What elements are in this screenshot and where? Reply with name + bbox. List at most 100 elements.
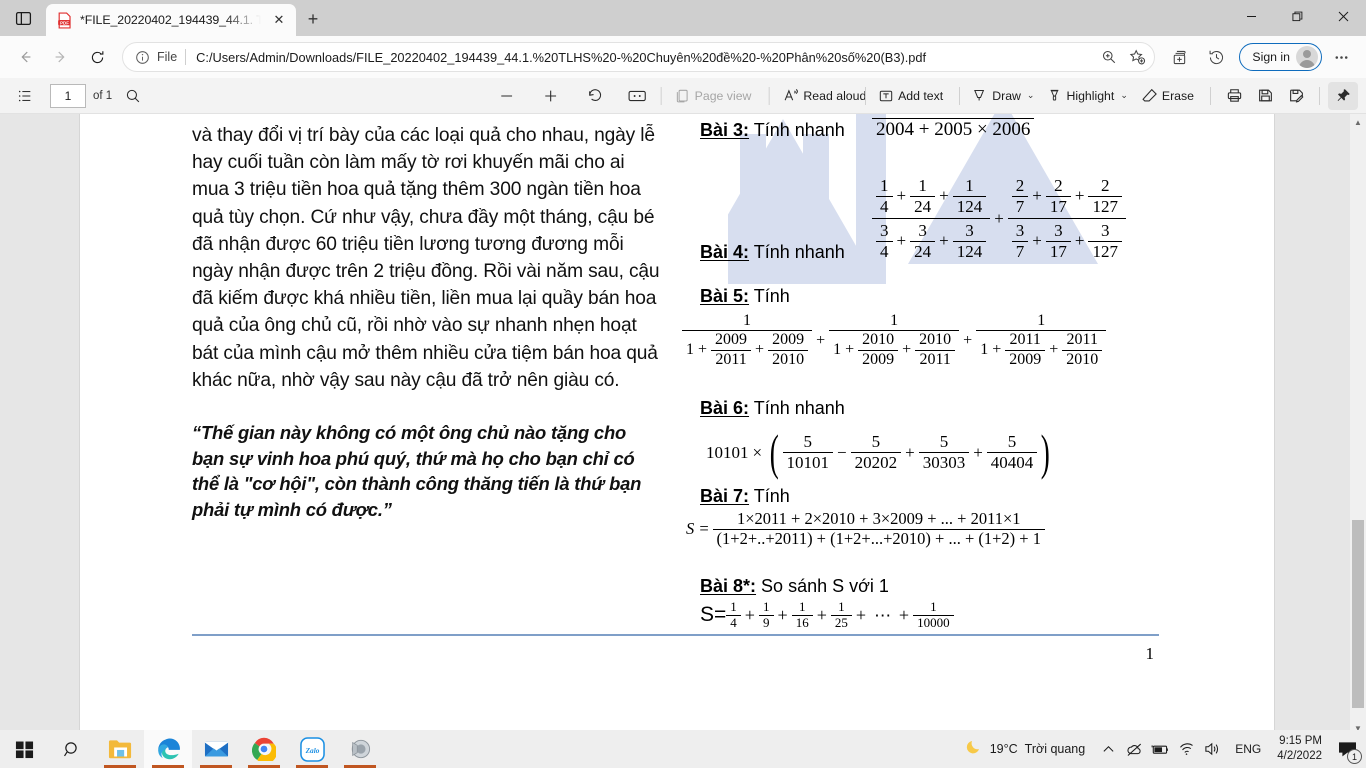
scroll-up-arrow-icon[interactable]: ▲ (1350, 114, 1366, 130)
pin-icon[interactable] (1328, 81, 1358, 110)
sign-in-button[interactable]: Sign in (1239, 43, 1322, 71)
onedrive-offline-icon[interactable] (1121, 730, 1147, 768)
problem-3-expression: 2005 × 2007 − 1 2004 + 2005 × 2006 (872, 114, 1035, 141)
chrome-button[interactable] (240, 730, 288, 768)
volume-icon[interactable] (1199, 730, 1227, 768)
highlight-button[interactable]: Highlight ⌄ (1043, 82, 1135, 110)
pdf-viewer[interactable]: và thay đổi vị trí bày của các loại quả … (0, 114, 1366, 736)
problem-3-denominator: 2004 + 2005 × 2006 (872, 117, 1035, 141)
zoom-in-button[interactable] (536, 82, 566, 110)
wifi-icon[interactable] (1173, 730, 1199, 768)
battery-icon[interactable] (1147, 730, 1173, 768)
table-of-contents-icon[interactable] (10, 82, 40, 110)
problem-bai-8: Bài 8*: So sánh S với 1 S= 14 + 19 + 1 16… (700, 574, 1200, 640)
zalo-button[interactable]: Zalo (288, 730, 336, 768)
highlight-icon (1047, 87, 1062, 104)
document-right-column: Bài 3: Tính nhanh 2005 × 2007 − 1 2004 +… (682, 114, 1200, 640)
problem-7-head: Bài 7: Tính (700, 484, 790, 508)
pdf-annotation-tools: Add text Draw ⌄ Highlight ⌄ Erase (858, 81, 1358, 110)
problem-bai-4: Bài 4: Tính nhanh 1 4 +1 24 +1 124 3 4 +3 24 +3 12… (700, 170, 1200, 278)
page-footer-rule (192, 634, 1159, 636)
close-tab-icon[interactable]: ✕ (268, 9, 290, 31)
svg-text:Zalo: Zalo (304, 745, 319, 754)
new-tab-button[interactable]: + (296, 4, 330, 34)
zoom-out-button[interactable] (492, 82, 522, 110)
highlight-chevron-down-icon[interactable]: ⌄ (1120, 90, 1128, 101)
page-footer-number: 1 (1145, 644, 1155, 663)
windows-taskbar: Zalo 19°C Trời quang ENG 9:15 PM 4/2/202… (0, 730, 1366, 768)
draw-button[interactable]: Draw ⌄ (968, 82, 1042, 110)
toolbar-divider-2 (768, 86, 770, 105)
site-info-icon[interactable] (133, 50, 151, 65)
zoom-in-icon[interactable] (1096, 44, 1122, 70)
clock[interactable]: 9:15 PM 4/2/2022 (1269, 734, 1330, 764)
add-text-button[interactable]: Add text (874, 82, 951, 110)
address-bar[interactable]: File C:/Users/Admin/Downloads/FILE_20220… (122, 42, 1156, 72)
mail-button[interactable] (192, 730, 240, 768)
add-favorite-icon[interactable] (1124, 44, 1150, 70)
svg-text:PDF: PDF (60, 20, 69, 25)
weather-temperature: 19°C (989, 742, 1018, 756)
problem-4-label: Bài 4: (700, 242, 750, 262)
draw-label: Draw (992, 88, 1021, 103)
forward-button[interactable] (44, 41, 78, 73)
page-view-button[interactable]: Page view (671, 82, 760, 110)
start-button[interactable] (0, 730, 48, 768)
problem-6-coefficient: 10101 (706, 442, 749, 462)
page-number-input[interactable]: 1 (50, 83, 86, 108)
problem-bai-7: Bài 7: Tính S = 1×2011 + 2×2010 + 3×2009… (686, 484, 1200, 570)
problem-5-head: Bài 5: Tính (700, 284, 790, 308)
erase-button[interactable]: Erase (1137, 82, 1202, 110)
problem-3-label: Bài 3: (700, 120, 750, 140)
system-tray: 19°C Trời quang ENG 9:15 PM 4/2/2022 1 (962, 730, 1366, 768)
back-button[interactable] (8, 41, 42, 73)
search-button[interactable] (48, 730, 96, 768)
problem-8-ellipsis: ⋯ (874, 605, 891, 625)
problem-8-head: Bài 8*: So sánh S với 1 (700, 574, 889, 598)
show-hidden-icons-button[interactable] (1095, 730, 1121, 768)
url-scheme-label: File (157, 50, 178, 64)
clock-time: 9:15 PM (1279, 735, 1322, 747)
document-left-column: và thay đổi vị trí bày của các loại quả … (192, 122, 662, 522)
notifications-button[interactable]: 1 (1330, 730, 1366, 768)
problem-bai-5: Bài 5: Tính 1 1 +2009 2011 +2009 2010 + 1 1 +… (682, 284, 1200, 396)
pdf-page: và thay đổi vị trí bày của các loại quả … (80, 114, 1274, 736)
history-icon[interactable] (1199, 41, 1233, 73)
problem-6-expression: 10101 × ( 5 10101 − 5 20202 + 5 30303 + 5 40… (706, 425, 1051, 480)
rotate-icon[interactable] (580, 82, 610, 110)
problem-8-instruction: So sánh S với 1 (761, 576, 889, 596)
save-icon[interactable] (1250, 82, 1280, 110)
maximize-button[interactable] (1274, 0, 1320, 32)
browser-tab[interactable]: PDF *FILE_20220402_194439_44.1. TLHS - C… (46, 4, 296, 36)
media-player-button[interactable] (336, 730, 384, 768)
tab-title: *FILE_20220402_194439_44.1. TLHS - Chuyê… (80, 13, 261, 27)
weather-widget[interactable]: 19°C Trời quang (962, 738, 1095, 760)
collections-icon[interactable] (1163, 41, 1197, 73)
page-view-label: Page view (694, 88, 752, 103)
fit-to-width-icon[interactable] (622, 82, 652, 110)
problem-3-head: Bài 3: Tính nhanh (700, 118, 845, 142)
browser-settings-button[interactable] (1324, 41, 1358, 73)
tab-actions-icon[interactable] (0, 0, 46, 36)
draw-chevron-down-icon[interactable]: ⌄ (1027, 90, 1035, 101)
edge-button[interactable] (144, 730, 192, 768)
problem-6-instruction: Tính nhanh (753, 398, 845, 418)
problem-5-expression: 1 1 +2009 2011 +2009 2010 + 1 1 +2010 2009 +201… (682, 312, 1107, 369)
page-view-icon (675, 88, 691, 104)
minimize-button[interactable] (1228, 0, 1274, 32)
problem-8-lhs: S= (700, 603, 727, 627)
vertical-scrollbar[interactable]: ▲ ▼ (1350, 114, 1366, 736)
language-indicator[interactable]: ENG (1227, 742, 1269, 756)
save-as-icon[interactable] (1281, 82, 1311, 110)
toolbar-divider-5 (1210, 86, 1211, 105)
search-icon[interactable] (118, 82, 148, 110)
browser-nav-bar: File C:/Users/Admin/Downloads/FILE_20220… (0, 36, 1366, 78)
scrollbar-thumb[interactable] (1352, 520, 1364, 708)
print-icon[interactable] (1219, 82, 1249, 110)
url-text: C:/Users/Admin/Downloads/FILE_20220402_1… (196, 49, 927, 65)
file-explorer-button[interactable] (96, 730, 144, 768)
reload-button[interactable] (80, 41, 114, 73)
close-window-button[interactable] (1320, 0, 1366, 32)
problem-4-expression: 1 4 +1 24 +1 124 3 4 +3 24 +3 124 + 2 7 +2 17 +2 127 (872, 176, 1126, 261)
problem-7-instruction: Tính (753, 486, 790, 506)
